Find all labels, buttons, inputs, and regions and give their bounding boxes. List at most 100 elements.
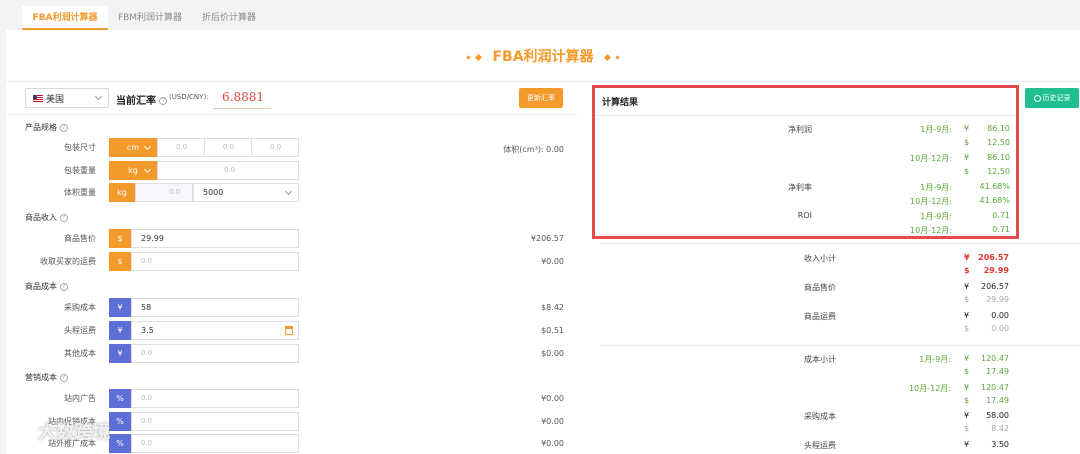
clock-icon — [1033, 94, 1041, 102]
section-marketing: 营销成本 ? — [25, 372, 68, 383]
hero-banner: FBA利润计算器 — [6, 30, 1080, 82]
cny-badge: ¥ — [109, 344, 131, 363]
hero-title: FBA利润计算器 — [6, 46, 1080, 66]
other-cost-amount: $0.00 — [541, 349, 564, 358]
net-profit-usd-q4: 12.50 — [987, 167, 1010, 176]
cost-subtotal-usd-q1: 17.49 — [986, 367, 1009, 376]
chevron-down-icon — [284, 187, 293, 196]
roi-q1: 0.71 — [992, 211, 1010, 220]
calculator-icon[interactable] — [285, 326, 293, 335]
section-cost: 商品成本 ? — [25, 281, 68, 292]
rate-value: 6.8881 — [222, 90, 264, 104]
sale-price-input[interactable]: 29.99 — [131, 229, 299, 248]
buyer-shipping-input[interactable]: 0.0 — [131, 252, 299, 271]
percent-badge: % — [109, 389, 131, 408]
percent-badge: % — [109, 412, 131, 431]
width-input[interactable]: 0.0 — [204, 138, 252, 157]
country-label: 美国 — [46, 95, 65, 105]
volume-weight-label: 体积重量 — [64, 188, 96, 197]
help-icon[interactable]: ? — [159, 97, 168, 105]
watermark-logo: 大数跨境 — [6, 418, 110, 444]
period-label: 10月-12月: — [910, 154, 952, 163]
percent-badge: % — [109, 434, 131, 453]
income-subtotal-usd: 29.99 — [983, 266, 1009, 275]
country-select[interactable]: 美国 — [25, 88, 109, 108]
calculator-page: FBA利润计算器 美国 当前汇率 ? (USD/CNY): 6.8881 更新汇… — [6, 30, 1080, 454]
help-icon[interactable]: ? — [59, 123, 68, 132]
section-income: 商品收入 ? — [25, 212, 68, 223]
purchase-detail-usd: 8.42 — [991, 424, 1009, 433]
period-label: 1月-9月: — [920, 125, 952, 134]
chevron-down-icon — [94, 92, 103, 101]
purchase-detail-cny: 58.00 — [986, 411, 1009, 420]
offsite-cost-amount: ¥0.00 — [541, 439, 564, 448]
income-subtotal-label: 收入小计 — [804, 254, 836, 263]
offsite-cost-input[interactable]: 0.0 — [131, 434, 299, 453]
help-icon[interactable]: ? — [59, 282, 68, 291]
package-size-label: 包装尺寸 — [64, 143, 96, 152]
tab-discount[interactable]: 折后价计算器 — [192, 6, 266, 30]
shipping-detail-usd: 0.00 — [991, 324, 1009, 333]
net-profit-label: 净利润 — [788, 125, 812, 134]
period-label: 10月-12月: — [910, 226, 952, 235]
period-label: 10月-12月: — [910, 197, 952, 206]
divisor-select[interactable]: 5000 — [193, 183, 299, 202]
sale-price-amount: ¥206.57 — [530, 234, 564, 243]
purchase-cost-amount: $8.42 — [541, 303, 564, 312]
ad-cost-amount: ¥0.00 — [541, 394, 564, 403]
other-cost-label: 其他成本 — [64, 349, 96, 358]
tab-fbm[interactable]: FBM利润计算器 — [110, 6, 190, 30]
freight-detail-cny: 3.50 — [991, 440, 1009, 449]
diamond-icon — [465, 54, 471, 60]
cost-subtotal-label: 成本小计 — [804, 355, 836, 364]
chevron-down-icon — [143, 142, 152, 151]
purchase-cost-input[interactable]: 58 — [131, 298, 299, 317]
usd-badge: $ — [109, 252, 131, 271]
ad-cost-label: 站内广告 — [64, 394, 96, 403]
period-label: 1月-9月: — [920, 183, 952, 192]
usd-badge: $ — [109, 229, 131, 248]
height-input[interactable]: 0.0 — [251, 138, 299, 157]
sale-price-detail-usd: 29.99 — [986, 295, 1009, 304]
shipping-detail-cny: 0.00 — [991, 311, 1009, 320]
update-rate-button[interactable]: 更新汇率 — [519, 88, 563, 108]
section-spec: 产品规格 ? — [25, 122, 68, 133]
net-profit-cny-q1: 86.10 — [987, 124, 1010, 133]
freight-input[interactable]: 3.5 — [131, 321, 299, 340]
promo-cost-input[interactable]: 0.0 — [131, 412, 299, 431]
rate-label: 当前汇率 ? — [116, 92, 168, 107]
weight-input[interactable]: 0.0 — [157, 161, 299, 180]
diamond-icon — [474, 53, 482, 61]
tab-fba[interactable]: FBA利润计算器 — [22, 6, 108, 30]
logo-icon — [7, 426, 28, 440]
divider — [595, 115, 1016, 116]
size-unit-select[interactable]: cm — [109, 138, 157, 157]
help-icon[interactable]: ? — [59, 373, 68, 382]
promo-cost-amount: ¥0.00 — [541, 417, 564, 426]
freight-detail-label: 头程运费 — [804, 441, 836, 450]
divider — [600, 345, 1080, 346]
page-title: FBA利润计算器 — [492, 49, 594, 65]
sale-price-detail-label: 商品售价 — [804, 283, 836, 292]
length-input[interactable]: 0.0 — [157, 138, 205, 157]
margin-q4: 41.68% — [979, 196, 1010, 205]
purchase-cost-label: 采购成本 — [64, 303, 96, 312]
history-button[interactable]: 历史记录 — [1025, 88, 1079, 108]
help-icon[interactable]: ? — [59, 213, 68, 222]
ad-cost-input[interactable]: 0.0 — [131, 389, 299, 408]
rate-unit: (USD/CNY): — [169, 93, 209, 101]
roi-label: ROI — [797, 211, 812, 220]
diamond-icon — [604, 53, 612, 61]
cost-subtotal-cny-q4: 120.47 — [981, 383, 1009, 392]
cost-subtotal-cny-q1: 120.47 — [981, 354, 1009, 363]
result-title: 计算结果 — [602, 98, 639, 108]
other-cost-input[interactable]: 0.0 — [131, 344, 299, 363]
freight-amount: $0.51 — [541, 326, 564, 335]
diamond-icon — [615, 54, 621, 60]
tab-bar: FBA利润计算器 FBM利润计算器 折后价计算器 — [0, 0, 1080, 30]
sale-price-detail-cny: 206.57 — [981, 282, 1009, 291]
net-profit-cny-q4: 86.10 — [987, 153, 1010, 162]
weight-unit-select[interactable]: kg — [109, 161, 157, 180]
divider — [600, 243, 1080, 244]
rate-underline — [213, 108, 271, 109]
